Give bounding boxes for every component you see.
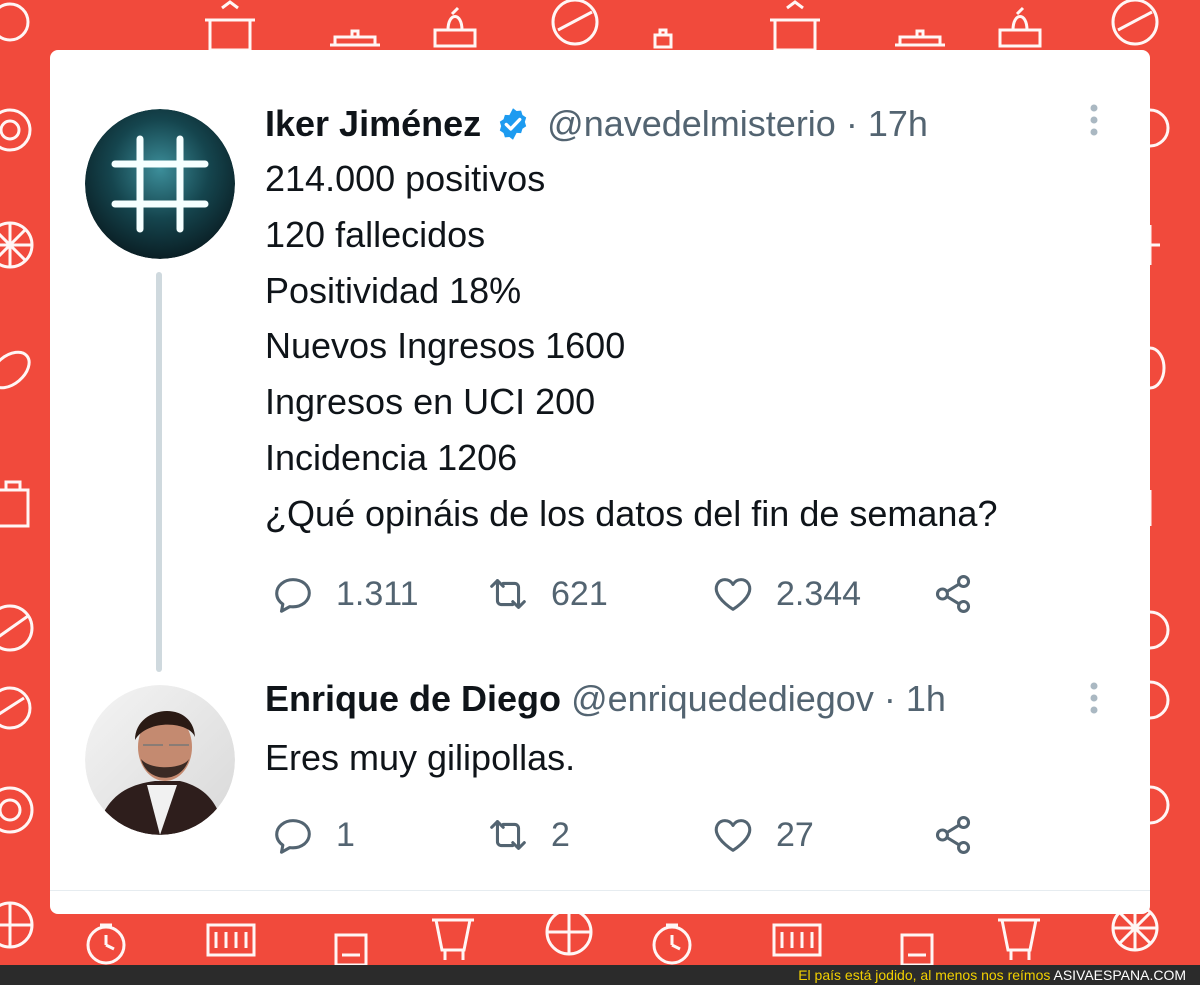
tweet-text-line: 120 fallecidos bbox=[265, 213, 486, 255]
tweet-timestamp[interactable]: 1h bbox=[906, 678, 946, 719]
tweet-text-line: Ingresos en UCI 200 bbox=[265, 381, 596, 423]
tweet-text-line: Nuevos Ingresos 1600 bbox=[265, 325, 626, 367]
more-options-icon[interactable] bbox=[1082, 100, 1106, 140]
footer-bar: El país está jodido, al menos nos reímos… bbox=[0, 965, 1200, 985]
share-icon bbox=[935, 816, 971, 854]
like-icon bbox=[714, 819, 752, 852]
verified-badge-icon bbox=[499, 108, 527, 140]
like-button[interactable]: 2.344 bbox=[710, 571, 861, 617]
avatar[interactable] bbox=[85, 685, 235, 835]
reply-button[interactable]: 1.311 bbox=[270, 571, 419, 617]
retweet-button[interactable]: 2 bbox=[485, 812, 570, 858]
header-separator: · bbox=[845, 103, 858, 144]
author-name[interactable]: Enrique de Diego bbox=[265, 678, 561, 719]
like-icon bbox=[714, 578, 752, 611]
share-icon bbox=[935, 575, 971, 613]
reply-count: 1.311 bbox=[336, 574, 419, 613]
retweet-button[interactable]: 621 bbox=[485, 571, 608, 617]
divider bbox=[50, 890, 1150, 891]
tweet-text-line: 214.000 positivos bbox=[265, 158, 546, 199]
header-separator: · bbox=[883, 678, 896, 719]
tweet-timestamp[interactable]: 17h bbox=[868, 103, 928, 144]
retweet-icon bbox=[490, 579, 526, 609]
profile-photo-icon bbox=[85, 685, 235, 835]
tweet-text-line: Incidencia 1206 bbox=[265, 436, 518, 478]
tweet-header: Enrique de Diego @enriquedediegov · 1h bbox=[265, 677, 946, 721]
like-count: 27 bbox=[776, 815, 814, 854]
tweet-text-line: ¿Qué opináis de los datos del fin de sem… bbox=[265, 492, 998, 534]
tweet-header: Iker Jiménez @navedelmisterio · 17h bbox=[265, 102, 928, 146]
share-button[interactable] bbox=[930, 571, 976, 617]
author-name[interactable]: Iker Jiménez bbox=[265, 103, 481, 144]
reply-count: 1 bbox=[336, 815, 355, 854]
reply-icon bbox=[275, 578, 311, 613]
author-handle[interactable]: @navedelmisterio bbox=[547, 103, 836, 144]
share-button[interactable] bbox=[930, 812, 976, 858]
author-handle[interactable]: @enriquedediegov bbox=[571, 678, 874, 719]
reply-icon bbox=[275, 819, 311, 854]
avatar[interactable] bbox=[85, 109, 235, 259]
tweet-text-line: Positividad 18% bbox=[265, 269, 522, 311]
retweet-count: 621 bbox=[551, 574, 608, 613]
tweet-text: Eres muy gilipollas. bbox=[265, 730, 575, 786]
retweet-icon bbox=[490, 820, 526, 850]
tweet-text-line: Eres muy gilipollas. bbox=[265, 737, 576, 778]
footer-site-link[interactable]: ASIVAESPANA.COM bbox=[1053, 967, 1186, 983]
thread-connector-line bbox=[156, 272, 162, 672]
like-count: 2.344 bbox=[776, 574, 862, 613]
retweet-count: 2 bbox=[551, 815, 570, 854]
hashtag-avatar-icon bbox=[85, 109, 235, 259]
footer-caption: El país está jodido, al menos nos reímos bbox=[798, 967, 1051, 983]
tweet-text: 214.000 positivos 120 fallecidos Positiv… bbox=[265, 151, 997, 542]
tweet-thread-card: Iker Jiménez @navedelmisterio · 17h 214.… bbox=[50, 50, 1150, 914]
more-options-icon[interactable] bbox=[1082, 678, 1106, 718]
like-button[interactable]: 27 bbox=[710, 812, 814, 858]
reply-button[interactable]: 1 bbox=[270, 812, 355, 858]
